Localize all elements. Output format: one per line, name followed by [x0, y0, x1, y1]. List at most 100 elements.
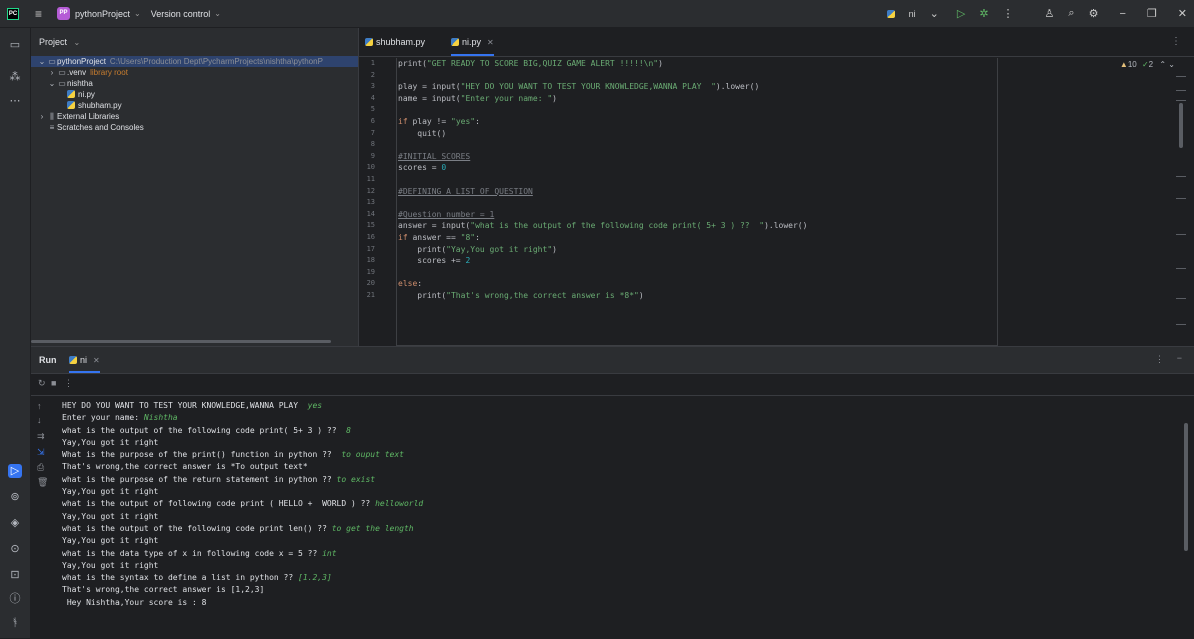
arrow-down-icon[interactable]: ↓: [37, 415, 42, 425]
python-packages-icon[interactable]: ⊚: [8, 490, 22, 504]
terminal-icon[interactable]: ⊡: [8, 568, 22, 582]
scrollbar-marker: [1176, 76, 1186, 77]
more-tabs-icon[interactable]: ⋮: [1171, 36, 1181, 47]
code-line: if answer == "8":: [398, 232, 480, 242]
line-number: 16: [366, 232, 375, 241]
more-actions-icon[interactable]: ⋮: [1003, 7, 1014, 20]
chevron-down-icon: ⌄: [73, 38, 81, 47]
project-tool-window: Project ⌄ ⌄ ▭pythonProject C:\Users\Produc…: [31, 28, 358, 346]
code-line: print("That's wrong,the correct answer i…: [398, 290, 644, 300]
main-menu-icon[interactable]: ≡: [35, 7, 47, 21]
console-output[interactable]: HEY DO YOU WANT TO TEST YOUR KNOWLEDGE,W…: [62, 400, 1162, 609]
run-config-selector[interactable]: ni ⌄: [880, 7, 946, 20]
scroll-to-end-icon[interactable]: ⇲: [37, 447, 45, 458]
minimize-icon[interactable]: −: [1119, 8, 1125, 20]
project-folder-icon[interactable]: ▭: [8, 38, 22, 52]
tree-item[interactable]: › ⫼ External Libraries: [31, 111, 358, 122]
tree-item-label: ni.py: [78, 90, 95, 99]
problems-icon[interactable]: ⓘ: [8, 592, 22, 606]
hide-panel-icon[interactable]: −: [1177, 353, 1182, 363]
project-pane-header[interactable]: Project ⌄: [31, 28, 358, 56]
version-control-menu[interactable]: Version control ⌄: [151, 9, 221, 19]
line-number: 10: [366, 163, 375, 172]
more-run-actions-icon[interactable]: ⋮: [64, 378, 73, 389]
restore-icon[interactable]: ❐: [1147, 7, 1157, 20]
rerun-icon[interactable]: ↻: [38, 378, 46, 389]
chevron-right-icon[interactable]: ›: [47, 67, 57, 78]
console-line: what is the output of the following code…: [62, 523, 1162, 535]
settings-gear-icon[interactable]: ⚙: [1089, 7, 1099, 20]
console-line: That's wrong,the correct answer is [1,2,…: [62, 584, 1162, 596]
line-number-gutter: 1 2 3 4 5 6 7 8 9 10 11 12 13 14 15 16 17 18 19 20 21: [359, 58, 389, 301]
search-icon[interactable]: ⌕: [1068, 7, 1074, 20]
tab-shubham-py[interactable]: shubham.py: [365, 28, 425, 56]
structure-icon[interactable]: ⁂: [8, 70, 22, 84]
console-line: HEY DO YOU WANT TO TEST YOUR KNOWLEDGE,W…: [62, 400, 1162, 412]
run-tab-ni[interactable]: ni ✕: [69, 347, 100, 373]
python-file-icon: [886, 9, 895, 18]
console-text: what is the syntax to define a list in p…: [62, 573, 299, 583]
tree-item[interactable]: ⌄ ▭pythonProject C:\Users\Production Dept\…: [31, 56, 358, 67]
project-selector[interactable]: PP pythonProject ⌄: [57, 7, 141, 20]
tree-item[interactable]: › ▭.venv library root: [31, 67, 358, 78]
console-user-input: to ouput text: [341, 450, 404, 460]
console-user-input: Nishtha: [143, 413, 178, 423]
code-area[interactable]: print("GET READY TO SCORE BIG,QUIZ GAME …: [398, 58, 998, 301]
horizontal-scrollbar[interactable]: [31, 340, 331, 343]
print-icon[interactable]: ⎙: [37, 462, 44, 473]
stop-icon[interactable]: ■: [51, 378, 56, 388]
chevron-up-icon[interactable]: ⌃: [1159, 60, 1166, 69]
code-line: scores += 2: [398, 256, 471, 266]
chevron-right-icon[interactable]: ›: [37, 111, 47, 122]
tree-item[interactable]: shubham.py: [31, 100, 358, 111]
git-icon[interactable]: ᚬ: [8, 616, 22, 630]
library-icon: ⫼: [50, 112, 54, 121]
line-number: 4: [370, 93, 375, 102]
run-tool-icon[interactable]: ▷: [8, 464, 22, 478]
scrollbar-marker: [1176, 324, 1186, 325]
console-text: what is the output of following code pri…: [62, 499, 376, 509]
layers-icon[interactable]: ◈: [8, 516, 22, 530]
code-line: else:: [398, 279, 423, 289]
line-number: 7: [370, 128, 375, 137]
close-tab-icon[interactable]: ✕: [487, 38, 494, 47]
console-line: what is the purpose of the return statem…: [62, 474, 1162, 486]
console-text: what is the data type of x in following …: [62, 548, 323, 558]
more-options-icon[interactable]: ⋮: [1155, 354, 1164, 365]
run-icon[interactable]: ▷: [957, 7, 965, 20]
inspection-widget[interactable]: ▲10 ✓2 ⌃ ⌄: [1120, 60, 1175, 69]
clear-console-icon[interactable]: 🗑: [37, 477, 48, 488]
tree-item[interactable]: ni.py: [31, 89, 358, 100]
pycharm-logo-icon: [7, 7, 19, 20]
tree-item[interactable]: ⌄ ▭nishtha: [31, 78, 358, 89]
chevron-down-icon[interactable]: ⌄: [1168, 60, 1175, 69]
console-line: That's wrong,the correct answer is *To o…: [62, 461, 1162, 473]
arrow-up-icon[interactable]: ↑: [37, 401, 42, 411]
close-icon[interactable]: ✕: [1178, 7, 1187, 20]
editor-vertical-scrollbar[interactable]: [1179, 103, 1183, 148]
add-user-icon[interactable]: ♙: [1045, 7, 1055, 20]
tab-ni-py[interactable]: ni.py ✕: [451, 28, 494, 56]
line-number: 14: [366, 209, 375, 218]
tree-item-label: nishtha: [67, 79, 93, 88]
check-icon: ✓: [1141, 60, 1149, 69]
line-number: 18: [366, 256, 375, 265]
chevron-down-icon[interactable]: ⌄: [37, 56, 47, 67]
close-tab-icon[interactable]: ✕: [93, 356, 100, 365]
debug-icon[interactable]: ✲: [979, 7, 988, 20]
tree-item[interactable]: ≡ Scratches and Consoles: [31, 122, 358, 133]
console-vertical-scrollbar[interactable]: [1184, 423, 1188, 551]
code-line: print("Yay,You got it right"): [398, 244, 557, 254]
soft-wrap-icon[interactable]: ⇉: [37, 431, 45, 442]
services-icon[interactable]: ⊙: [8, 542, 22, 556]
project-tree: ⌄ ▭pythonProject C:\Users\Production Dept\…: [31, 56, 358, 133]
more-tools-icon[interactable]: ⋯: [8, 94, 22, 108]
code-line: name = input("Enter your name: "): [398, 93, 557, 103]
project-name: pythonProject: [75, 8, 131, 19]
line-number: 3: [370, 82, 375, 91]
chevron-down-icon[interactable]: ⌄: [47, 78, 57, 89]
